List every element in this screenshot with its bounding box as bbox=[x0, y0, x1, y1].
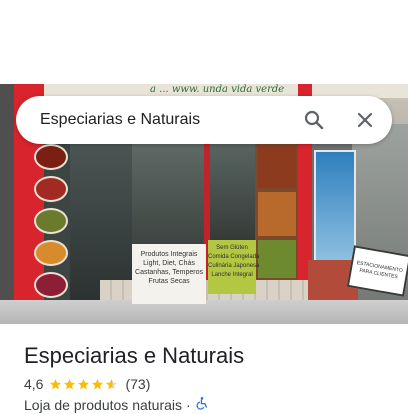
search-bar[interactable]: Especiarias e Naturais bbox=[16, 96, 392, 144]
window-sign-line: Light, Diet, Chás bbox=[143, 260, 195, 267]
place-title: Especiarias e Naturais bbox=[24, 343, 245, 368]
photo-pillar bbox=[0, 84, 14, 324]
photo-window bbox=[210, 144, 255, 244]
window-sign-line: Produtos Integrais bbox=[140, 251, 198, 258]
category-row: Loja de produtos naturais · bbox=[24, 396, 209, 414]
star-rating bbox=[49, 378, 119, 391]
photo-window bbox=[132, 144, 204, 254]
photo-spice-bowl bbox=[34, 240, 68, 266]
separator: · bbox=[186, 397, 191, 413]
top-blank-area bbox=[0, 0, 408, 84]
rating-value: 4,6 bbox=[24, 376, 44, 392]
star-icon bbox=[92, 378, 104, 389]
window-sign: Produtos Integrais Light, Diet, Chás Cas… bbox=[132, 244, 206, 304]
window-sign-line: Frutas Secas bbox=[148, 278, 190, 285]
search-icon[interactable] bbox=[302, 108, 326, 132]
photo-spice-bowl bbox=[34, 144, 68, 170]
photo-spice-bowl bbox=[34, 208, 68, 234]
rating-row[interactable]: 4,6 (73) bbox=[24, 375, 150, 393]
green-sign-line: Culinária Japonesa bbox=[208, 263, 260, 269]
window-sign-line: Castanhas, Temperos bbox=[135, 269, 203, 276]
star-icon bbox=[78, 378, 90, 389]
star-icon bbox=[106, 378, 118, 389]
green-sign-line: Comida Congelada bbox=[208, 254, 260, 260]
photo-spice-image bbox=[258, 240, 296, 278]
green-sign-line: Lanche Integral bbox=[211, 272, 253, 278]
wheelchair-icon bbox=[195, 396, 209, 414]
close-icon[interactable] bbox=[353, 108, 377, 132]
green-window-sign: Sem Glúten Comida Congelada Culinária Ja… bbox=[208, 240, 260, 294]
photo-spice-bowl bbox=[34, 176, 68, 202]
green-sign-line: Sem Glúten bbox=[216, 245, 248, 251]
review-count[interactable]: (73) bbox=[125, 376, 150, 392]
search-input[interactable]: Especiarias e Naturais bbox=[40, 110, 200, 130]
place-category: Loja de produtos naturais bbox=[24, 397, 182, 413]
photo-spice-image bbox=[258, 192, 296, 236]
awning-text: a ... www. unda vida verde bbox=[150, 84, 285, 95]
photo-blue-panel bbox=[314, 150, 356, 264]
star-icon bbox=[50, 378, 62, 389]
star-icon bbox=[64, 378, 76, 389]
photo-spice-image bbox=[258, 146, 296, 188]
photo-spice-bowl bbox=[34, 272, 68, 298]
